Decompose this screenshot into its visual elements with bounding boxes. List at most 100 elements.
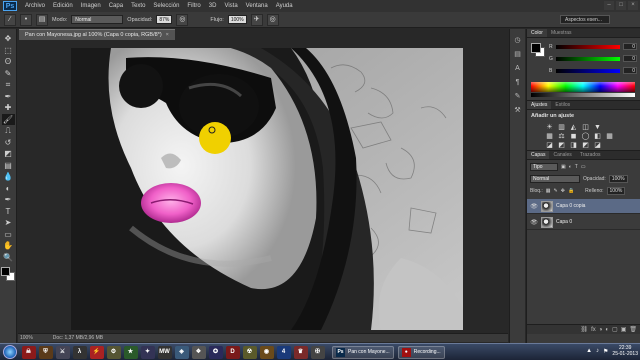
menu-edicion[interactable]: Edición	[49, 3, 77, 9]
tray-arrow-icon[interactable]: ▲	[586, 348, 592, 354]
tab-color[interactable]: Color	[527, 29, 547, 37]
brush-size-icon[interactable]: •	[20, 13, 32, 26]
adjustment-icon[interactable]: ◪	[593, 141, 602, 150]
move-icon[interactable]: ✥	[2, 33, 15, 44]
lock-transparency-icon[interactable]: ▦	[546, 188, 551, 194]
foreground-chip[interactable]	[1, 267, 10, 276]
stamp-icon[interactable]: ⎍	[2, 125, 15, 136]
slider-r-track[interactable]	[556, 44, 620, 49]
adjustment-icon[interactable]: ▦	[605, 132, 614, 141]
game8-icon[interactable]: ☢	[242, 345, 257, 359]
game9-icon[interactable]: ♛	[293, 345, 308, 359]
menu-seleccion[interactable]: Selección	[149, 3, 183, 9]
document-tab-close-icon[interactable]: ×	[166, 32, 169, 38]
minimize-button[interactable]: –	[604, 1, 614, 10]
opacity-input[interactable]: 87%	[156, 15, 173, 24]
adjustment-icon[interactable]: ◨	[569, 141, 578, 150]
history-brush-icon[interactable]: ↺	[2, 137, 15, 148]
document-info[interactable]: Doc: 1,37 MB/2,96 MB	[53, 334, 103, 342]
game3-icon[interactable]: ★	[123, 345, 138, 359]
eye-game-icon[interactable]: ◉	[259, 345, 274, 359]
flow-input[interactable]: 100%	[227, 15, 247, 24]
game7-icon[interactable]: ✪	[208, 345, 223, 359]
lock-position-icon[interactable]: ✥	[561, 188, 565, 194]
path-select-icon[interactable]: ➤	[2, 217, 15, 228]
start-button[interactable]	[3, 345, 17, 359]
brush-icon[interactable]: 🖌	[1, 113, 15, 125]
blur-icon[interactable]: 💧	[2, 171, 15, 182]
mode-select[interactable]: Normal	[71, 15, 124, 24]
airbrush-icon[interactable]: ✈	[250, 13, 263, 26]
adjustment-icon[interactable]: ◩	[557, 141, 566, 150]
history-icon[interactable]: ◷	[512, 35, 523, 46]
lock-all-icon[interactable]: 🔒	[568, 188, 574, 194]
slider-b[interactable]: B 0	[549, 67, 637, 74]
layer-row[interactable]: 👁 Capa 0	[527, 215, 640, 230]
character-icon[interactable]: A	[512, 63, 523, 74]
dodge-icon[interactable]: ◐	[2, 183, 15, 194]
adjustment-icon[interactable]: ▼	[593, 123, 602, 132]
tab-muestras[interactable]: Muestras	[547, 29, 576, 37]
slider-b-track[interactable]	[556, 68, 620, 73]
slider-r-value[interactable]: 0	[623, 43, 637, 50]
link-layers-icon[interactable]: ⛓	[580, 325, 588, 334]
adjustment-icon[interactable]: ◩	[581, 141, 590, 150]
menu-imagen[interactable]: Imagen	[77, 3, 105, 9]
slider-g[interactable]: G 0	[549, 55, 637, 62]
zoom-icon[interactable]: 🔍	[2, 252, 15, 263]
dota-icon[interactable]: D	[225, 345, 240, 359]
shape-icon[interactable]: ▭	[2, 229, 15, 240]
document-canvas[interactable]	[71, 48, 463, 330]
brush-panel-toggle-icon[interactable]: ▤	[36, 13, 48, 26]
adjustment-icon[interactable]: ▥	[557, 123, 566, 132]
close-button[interactable]: ×	[628, 1, 638, 10]
tab-canales[interactable]: Canales	[549, 151, 575, 159]
slider-b-value[interactable]: 0	[623, 67, 637, 74]
type-icon[interactable]: T	[2, 206, 15, 217]
filter-shape-icon[interactable]: ▭	[581, 164, 586, 170]
slider-g-track[interactable]	[556, 56, 620, 61]
properties-icon[interactable]: ▤	[512, 49, 523, 60]
color-spectrum[interactable]	[531, 82, 635, 92]
slider-g-value[interactable]: 0	[623, 55, 637, 62]
tab-trazados[interactable]: Trazados	[576, 151, 605, 159]
skull-icon[interactable]: ☠	[21, 345, 36, 359]
pen-icon[interactable]: ✒	[2, 194, 15, 205]
lock-pixels-icon[interactable]: ✎	[554, 188, 558, 194]
adjustment-icon[interactable]: ◧	[593, 132, 602, 141]
fill-input[interactable]: 100%	[606, 187, 626, 195]
adjustment-layer-icon[interactable]: ◐	[605, 325, 609, 334]
fx-icon[interactable]: fx	[591, 325, 596, 334]
pressure-size-icon[interactable]: ◎	[266, 13, 279, 26]
blend-mode-select[interactable]: Normal	[530, 175, 580, 183]
shield-icon[interactable]: ⛨	[38, 345, 53, 359]
filter-adjust-icon[interactable]: ◐	[569, 164, 572, 170]
menu-ventana[interactable]: Ventana	[242, 3, 272, 9]
brush-icon[interactable]: ✎	[512, 91, 523, 102]
brush-preset-icon[interactable]: ⁄	[4, 13, 16, 26]
recording-task[interactable]: ● Recording...	[397, 345, 445, 359]
mask-icon[interactable]: ◑	[599, 325, 603, 334]
zoom-level[interactable]: 100%	[20, 334, 33, 342]
visibility-eye-icon[interactable]: 👁	[530, 203, 538, 210]
lasso-icon[interactable]: ʘ	[2, 56, 15, 67]
menu-capa[interactable]: Capa	[105, 3, 127, 9]
filter-type-icon[interactable]: T	[575, 164, 578, 170]
menu-filtro[interactable]: Filtro	[183, 3, 204, 9]
volume-icon[interactable]: ♪	[596, 348, 599, 354]
filter-pixel-icon[interactable]: ▣	[561, 164, 566, 170]
quick-select-icon[interactable]: ✎	[2, 68, 15, 79]
visibility-eye-icon[interactable]: 👁	[530, 219, 538, 226]
hand-icon[interactable]: ✋	[2, 240, 15, 251]
healing-icon[interactable]: ✚	[2, 102, 15, 113]
workspace-select[interactable]: Aspectos esen...	[560, 15, 610, 24]
tab-estilos[interactable]: Estilos	[551, 101, 574, 109]
flag-icon[interactable]: ⚑	[603, 348, 608, 355]
tool-presets-icon[interactable]: ⚒	[512, 105, 523, 116]
grayscale-ramp[interactable]	[531, 93, 635, 97]
marquee-icon[interactable]: ⬚	[2, 45, 15, 56]
adjustment-icon[interactable]: ▦	[545, 132, 554, 141]
menu-ayuda[interactable]: Ayuda	[272, 3, 297, 9]
adjustment-icon[interactable]: ⚖	[557, 132, 566, 141]
adjustment-icon[interactable]: ◫	[581, 123, 590, 132]
